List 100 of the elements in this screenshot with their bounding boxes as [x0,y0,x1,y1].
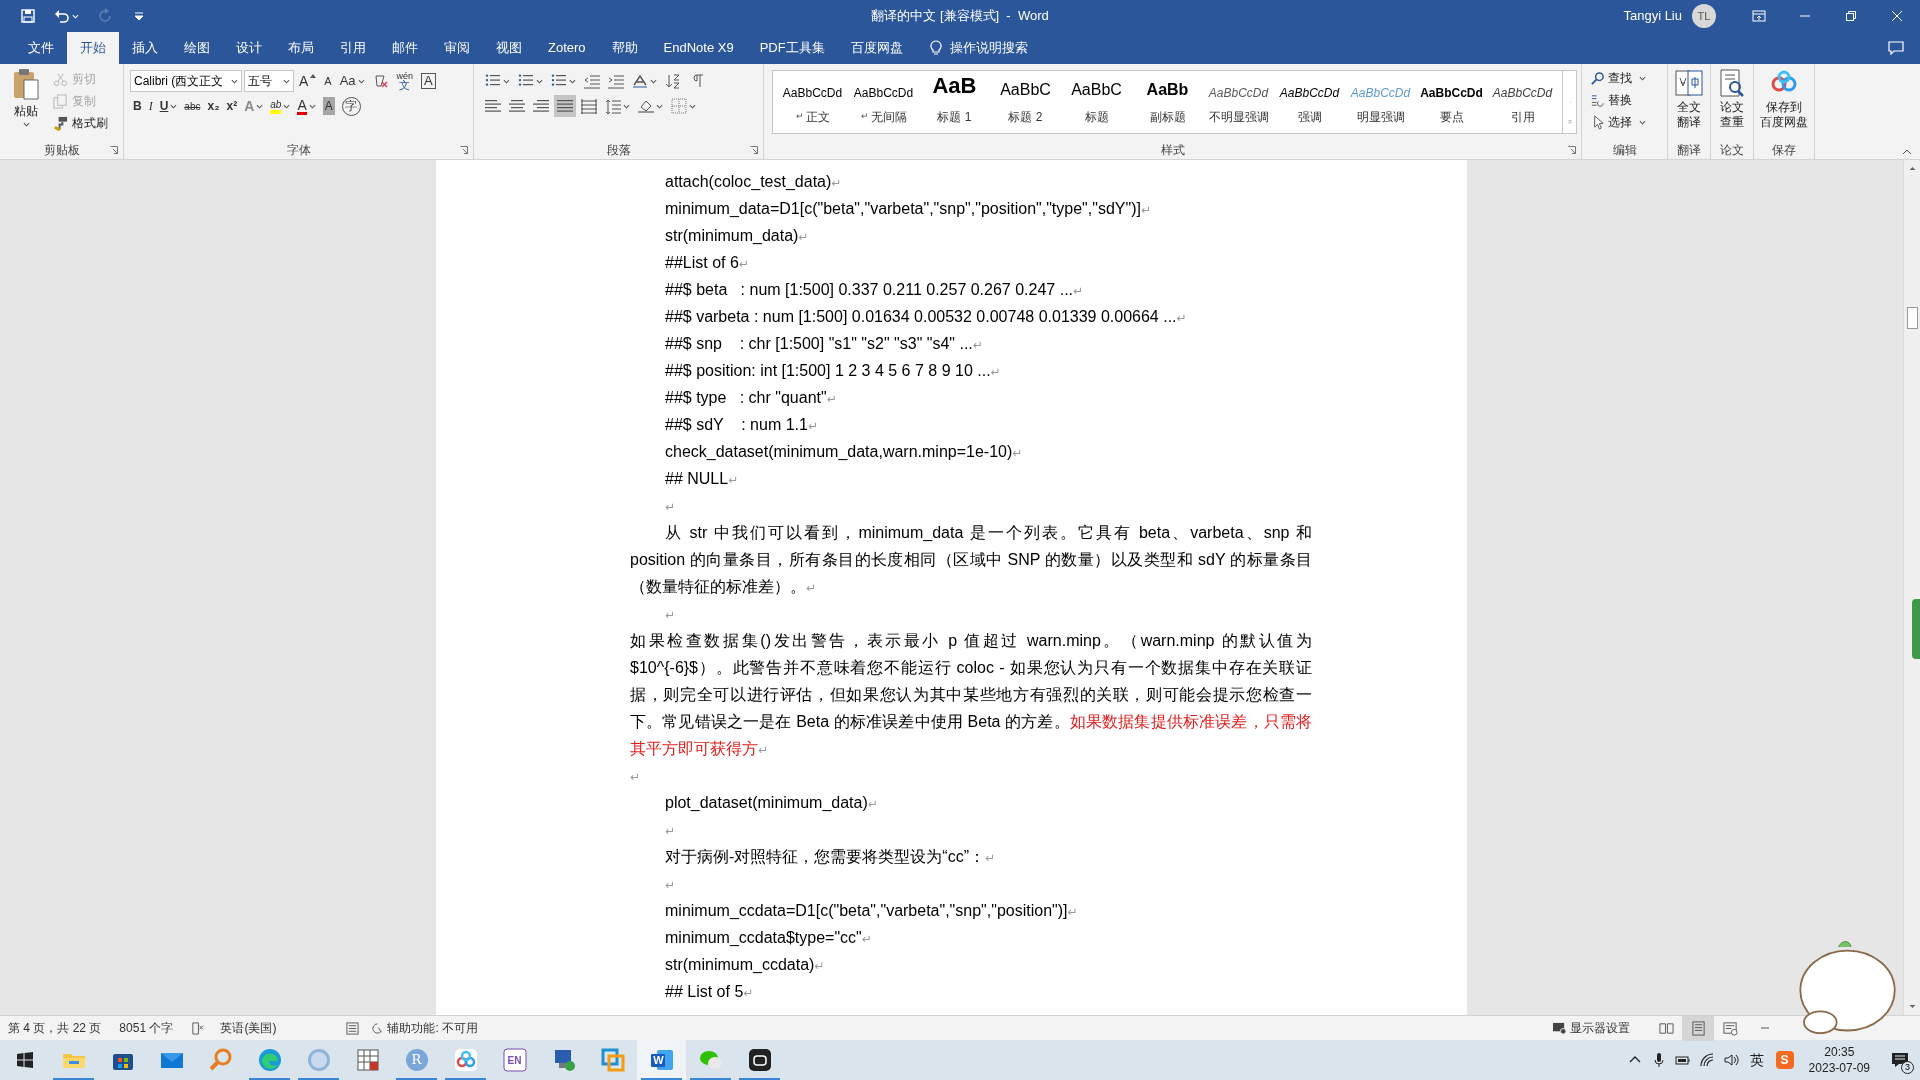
style-item[interactable]: AaBbCcDd ↵ 无间隔 [848,73,919,131]
proofing-icon[interactable] [191,1021,205,1035]
group-label: 段落 [606,142,631,159]
shrink-button[interactable]: A [321,70,335,92]
print-view-icon [1690,1020,1706,1036]
taskbar-app-button[interactable]: W [637,1040,686,1080]
caret-icon[interactable] [650,78,657,84]
grow-button[interactable]: A [296,70,320,92]
dialog-launcher-icon[interactable] [1568,146,1576,154]
caret-icon[interactable] [283,103,291,109]
clear-formatting-icon[interactable] [372,73,389,89]
ribbon-tab[interactable]: 开始 [67,32,119,64]
style-item[interactable]: AaB 标题 1 [919,73,990,131]
collapse-ribbon-icon[interactable] [1902,149,1912,155]
ribbon-tab[interactable]: 设计 [223,32,275,64]
volume-icon[interactable] [1722,1052,1739,1068]
caret-icon[interactable] [231,78,238,84]
ribbon-tab[interactable]: EndNote X9 [650,32,747,64]
dialog-launcher-icon[interactable] [110,146,118,154]
caret-icon[interactable] [283,78,290,84]
border-button[interactable]: A [418,70,439,92]
cloud-button[interactable]: 保存到 百度网盘 [1754,68,1814,130]
document-paragraph: ## NULL↵ [664,469,740,489]
caret-icon[interactable] [656,103,663,109]
tell-me-search[interactable]: 操作说明搜索 [949,38,1028,58]
caret-icon[interactable] [1639,119,1646,125]
user-name[interactable]: Tangyi Liu [1623,6,1682,26]
ribbon-tab[interactable]: 视图 [483,32,535,64]
ribbon-tab[interactable]: 百度网盘 [837,32,916,64]
close-icon [1892,11,1902,21]
paste-button[interactable]: 粘贴 [6,68,46,140]
accessibility-status[interactable]: 辅助功能: 不可用 [387,1019,479,1037]
ribbon-tab[interactable]: Zotero [535,32,599,64]
ribbon-tab[interactable]: 布局 [275,32,327,64]
strike-button[interactable]: abc [181,95,204,117]
select-button[interactable]: 选择 [1590,111,1646,133]
italic-button[interactable]: I [145,95,156,117]
ribbon-tab[interactable]: 插入 [119,32,171,64]
check-button[interactable]: 论文 查重 [1711,68,1753,130]
text-direction-icon [632,73,648,89]
input-method-indicator[interactable]: 英 [1742,1049,1771,1071]
color-button[interactable]: A [294,95,319,117]
style-item[interactable]: AaBbCcDd 强调 [1274,73,1345,131]
replace-button[interactable]: 替换 [1590,89,1646,111]
justify-button[interactable] [554,95,576,117]
dialog-launcher-icon[interactable] [750,146,758,154]
print-view-button[interactable] [1682,1015,1714,1041]
ribbon-tab[interactable]: PDF工具集 [746,32,838,64]
caret-icon[interactable] [22,122,30,127]
sup-button[interactable]: x² [223,95,241,117]
page-count[interactable]: 第 4 页，共 22 页 [8,1019,102,1037]
user-avatar[interactable]: TL [1692,4,1716,28]
caret-icon[interactable] [170,103,178,109]
scrollbar-thumb[interactable] [1906,307,1918,329]
ribbon-tab[interactable]: 文件 [15,32,67,64]
phonetic-button[interactable]: wén 文 [393,70,417,92]
macro-icon[interactable] [346,1021,360,1035]
language-indicator[interactable]: 英语(美国) [220,1019,277,1037]
style-item[interactable]: AaBbCcDd 要点 [1416,73,1487,131]
style-item[interactable]: AaBbCcDd ↵ 正文 [777,73,848,131]
translate-button[interactable]: 全文 翻译 [1668,68,1710,130]
underline-button[interactable]: U [156,95,181,117]
ribbon-tab[interactable]: 绘图 [171,32,223,64]
ribbon-tab[interactable]: 引用 [327,32,379,64]
taskbar-app-button[interactable]: EN [490,1040,539,1080]
style-item[interactable]: AaBb 副标题 [1132,73,1203,131]
ribbon-tab[interactable]: 审阅 [431,32,483,64]
bold-button[interactable]: B [130,95,145,117]
style-item[interactable]: AaBbCcDd 明显强调 [1345,73,1416,131]
find-button[interactable]: 查找 [1590,67,1646,89]
style-item[interactable]: AaBbCcDd 不明显强调 [1203,73,1274,131]
font-size-field[interactable]: 五号 [244,70,294,92]
caret-icon[interactable] [503,78,510,84]
caret-icon[interactable] [256,103,264,109]
ribbon-tab[interactable]: 邮件 [379,32,431,64]
font-name-field[interactable]: Calibri (西文正文 [130,70,242,92]
style-item[interactable]: AaBbC 标题 2 [990,73,1061,131]
caret-icon[interactable] [308,103,316,109]
style-preview: AaBbC [1071,80,1122,100]
caret-icon[interactable] [689,103,696,109]
word-count[interactable]: 8051 个字 [119,1019,174,1037]
case-button[interactable]: Aa [336,70,368,92]
style-item[interactable]: AaBbC 标题 [1061,73,1132,131]
format-painter-button[interactable]: 格式刷 [50,112,111,134]
caret-icon[interactable] [1639,75,1646,81]
wifi-icon[interactable] [1698,1052,1715,1068]
caret-icon[interactable] [623,103,630,109]
restore-icon [1846,11,1856,21]
style-item[interactable]: AaBbCcDd 引用 [1487,73,1558,131]
caret-icon[interactable] [536,78,543,84]
caret-icon [72,13,79,19]
ribbon-tab[interactable]: 帮助 [598,32,651,64]
caret-icon[interactable] [357,78,365,84]
sub-button[interactable]: x₂ [204,95,223,117]
clock[interactable]: 20:35 2023-07-09 [1808,1044,1870,1076]
caret-icon[interactable] [569,78,576,84]
highlight-button[interactable]: ab [267,95,294,117]
notification-button[interactable]: 3 [1880,1040,1920,1080]
dialog-launcher-icon[interactable] [460,146,468,154]
display-settings-button[interactable]: 显示器设置 [1570,1019,1630,1037]
